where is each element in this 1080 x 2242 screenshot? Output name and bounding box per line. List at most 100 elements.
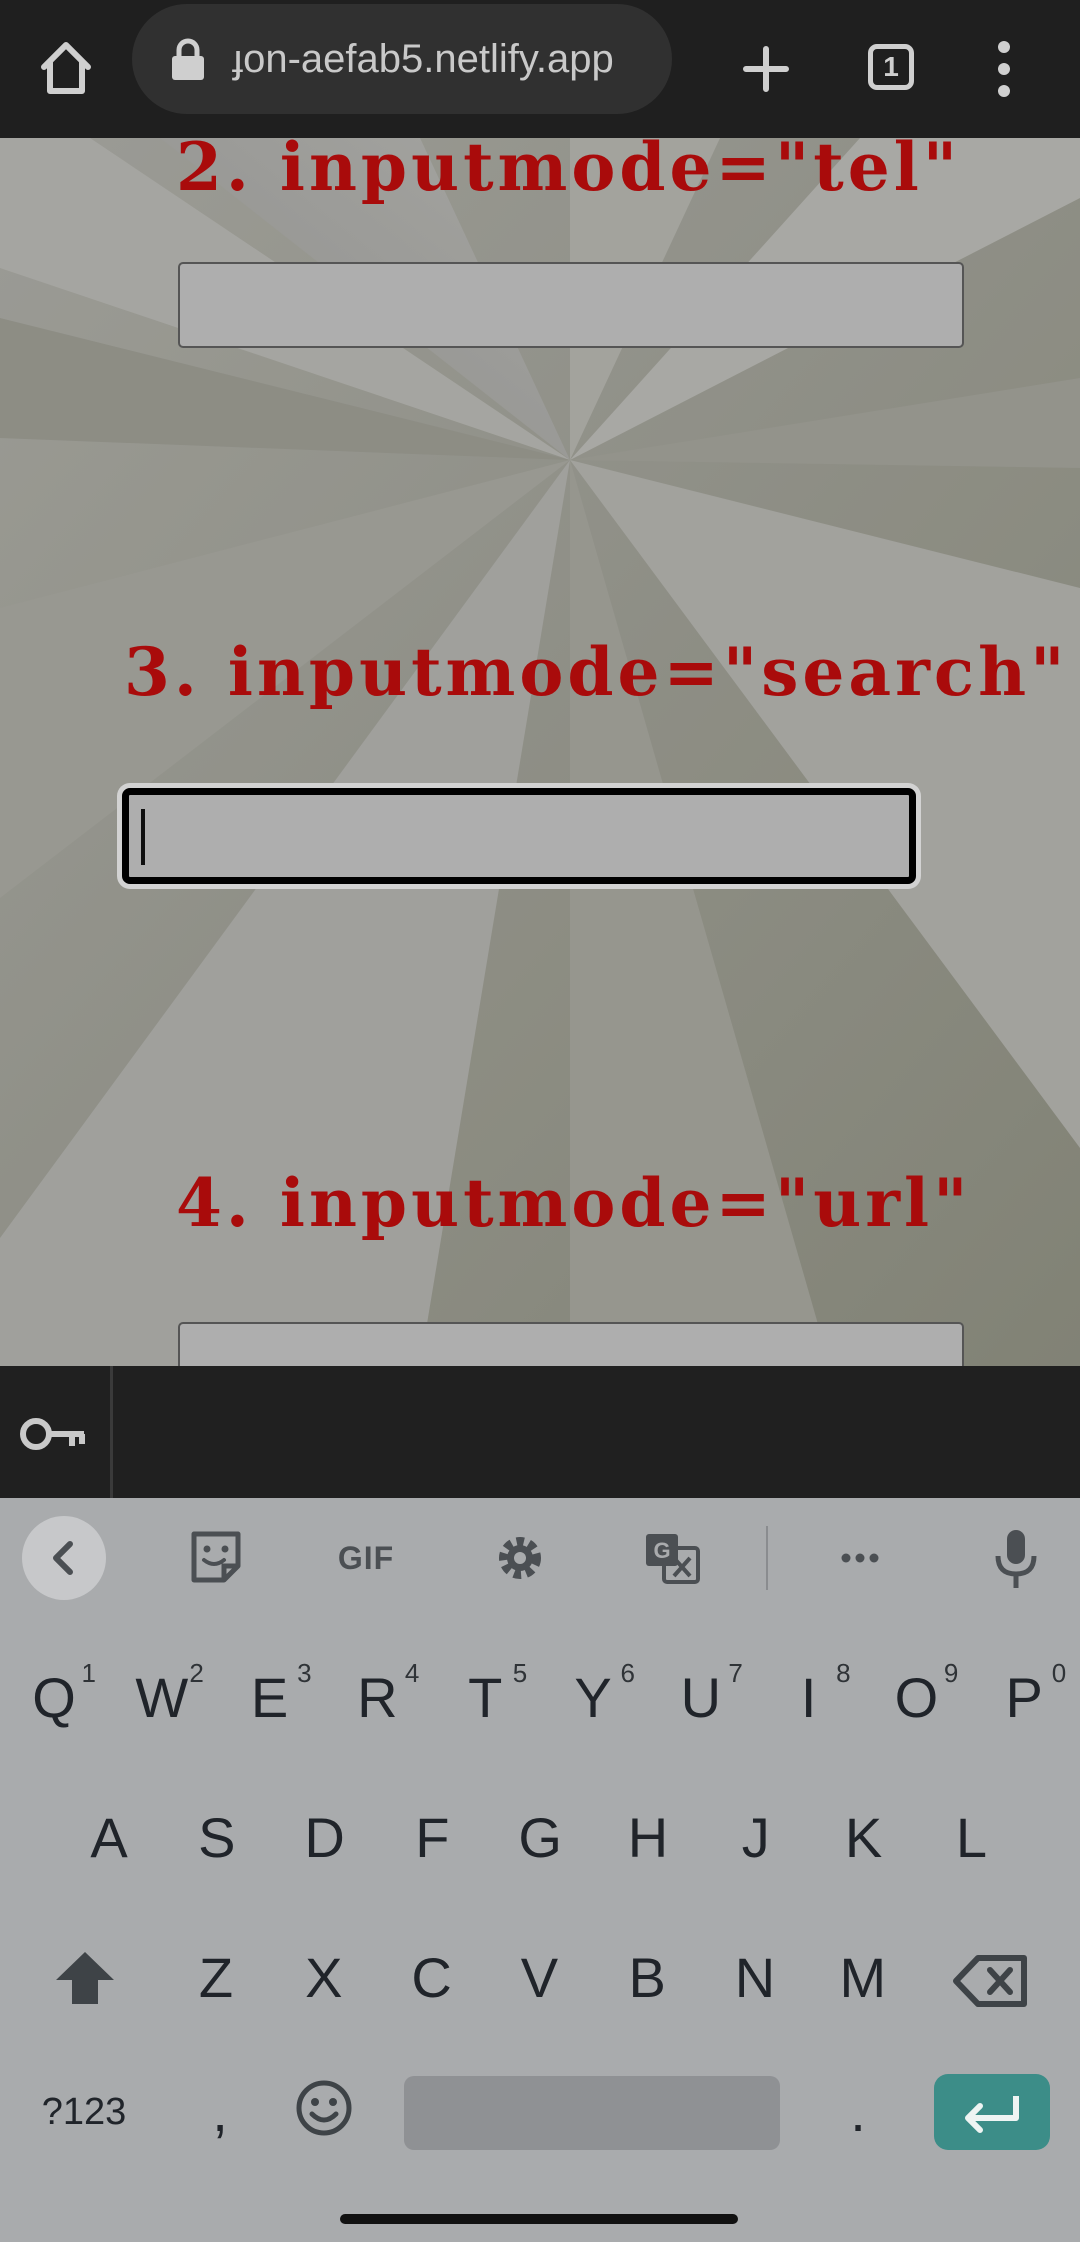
search-input[interactable] bbox=[122, 788, 916, 884]
key-h[interactable]: H bbox=[598, 1794, 698, 1882]
overflow-menu-button[interactable] bbox=[960, 25, 1048, 113]
keyboard-settings-button[interactable] bbox=[478, 1516, 562, 1600]
autofill-divider bbox=[110, 1366, 113, 1498]
key-p[interactable]: P0 bbox=[974, 1654, 1074, 1742]
shift-key[interactable] bbox=[42, 1938, 128, 2024]
key-number-hint: 0 bbox=[1051, 1658, 1067, 1688]
svg-text:G: G bbox=[653, 1538, 670, 1563]
address-bar[interactable]: ɟon-aefab5.netlify.app bbox=[132, 4, 672, 114]
url-text[interactable]: ɟon-aefab5.netlify.app bbox=[232, 4, 662, 114]
more-horizontal-icon bbox=[841, 1553, 879, 1563]
key-label: A bbox=[90, 1806, 128, 1869]
keyboard-toolbar: GIF G bbox=[0, 1498, 1080, 1620]
symbols-key[interactable]: ?123 bbox=[18, 2072, 150, 2152]
key-d[interactable]: D bbox=[275, 1794, 375, 1882]
key-m[interactable]: M bbox=[813, 1934, 913, 2022]
more-tools-button[interactable] bbox=[818, 1516, 902, 1600]
key-z[interactable]: Z bbox=[166, 1934, 266, 2022]
gif-button[interactable]: GIF bbox=[324, 1516, 408, 1600]
key-b[interactable]: B bbox=[597, 1934, 697, 2022]
key-r[interactable]: R4 bbox=[327, 1654, 427, 1742]
passwords-button[interactable] bbox=[16, 1396, 92, 1472]
emoji-icon bbox=[296, 2080, 352, 2136]
key-label: Z bbox=[198, 1946, 234, 2009]
key-label: J bbox=[741, 1806, 770, 1869]
key-g[interactable]: G bbox=[490, 1794, 590, 1882]
key-u[interactable]: U7 bbox=[651, 1654, 751, 1742]
key-label: M bbox=[839, 1946, 887, 2009]
lock-icon bbox=[172, 38, 204, 80]
tab-count: 1 bbox=[868, 44, 914, 90]
emoji-key[interactable] bbox=[284, 2066, 364, 2150]
sticker-button[interactable] bbox=[174, 1516, 258, 1600]
gesture-nav-bar[interactable] bbox=[340, 2214, 738, 2224]
section-title-url: 4. inputmode="url" bbox=[176, 1164, 972, 1242]
key-label: B bbox=[628, 1946, 666, 2009]
period-key-label: . bbox=[850, 2080, 866, 2143]
key-icon bbox=[20, 1418, 85, 1450]
key-label: H bbox=[627, 1806, 669, 1869]
plus-icon bbox=[743, 46, 789, 92]
web-page: 2. inputmode="tel" 3. inputmode="search"… bbox=[0, 138, 1080, 1366]
key-a[interactable]: A bbox=[59, 1794, 159, 1882]
key-o[interactable]: O9 bbox=[866, 1654, 966, 1742]
key-w[interactable]: W2 bbox=[112, 1654, 212, 1742]
key-number-hint: 4 bbox=[404, 1658, 420, 1688]
key-t[interactable]: T5 bbox=[435, 1654, 535, 1742]
voice-input-button[interactable] bbox=[974, 1516, 1058, 1600]
key-number-hint: 1 bbox=[81, 1658, 96, 1688]
key-number-hint: 5 bbox=[512, 1658, 528, 1688]
key-label: N bbox=[734, 1946, 776, 2009]
key-e[interactable]: E3 bbox=[220, 1654, 320, 1742]
shift-icon bbox=[56, 1952, 114, 2004]
key-k[interactable]: K bbox=[814, 1794, 914, 1882]
key-label: K bbox=[844, 1806, 883, 1869]
translate-button[interactable]: G bbox=[630, 1516, 714, 1600]
more-vertical-icon bbox=[998, 41, 1010, 97]
collapse-toolbar-button[interactable] bbox=[22, 1516, 106, 1600]
key-number-hint: 6 bbox=[620, 1658, 635, 1688]
backspace-key[interactable] bbox=[948, 1938, 1034, 2024]
key-label: S bbox=[198, 1806, 236, 1869]
comma-key[interactable]: , bbox=[182, 2070, 258, 2154]
section-title-tel: 2. inputmode="tel" bbox=[176, 138, 962, 206]
period-key[interactable]: . bbox=[820, 2070, 896, 2154]
key-label: C bbox=[411, 1946, 452, 2009]
key-label: F bbox=[415, 1806, 450, 1869]
spacebar[interactable] bbox=[404, 2076, 780, 2150]
home-icon bbox=[41, 42, 91, 94]
enter-icon bbox=[965, 2096, 1019, 2133]
gear-icon bbox=[499, 1537, 541, 1579]
key-n[interactable]: N bbox=[705, 1934, 805, 2022]
chevron-left-icon bbox=[53, 1541, 73, 1575]
key-x[interactable]: X bbox=[274, 1934, 374, 2022]
key-v[interactable]: V bbox=[489, 1934, 589, 2022]
section-title-search: 3. inputmode="search" bbox=[124, 633, 1069, 711]
translate-icon: G bbox=[646, 1534, 700, 1584]
home-button[interactable] bbox=[22, 25, 110, 113]
key-l[interactable]: L bbox=[921, 1794, 1021, 1882]
tel-input[interactable] bbox=[178, 262, 964, 348]
key-c[interactable]: C bbox=[382, 1934, 482, 2022]
key-number-hint: 7 bbox=[728, 1658, 743, 1688]
key-label: G bbox=[518, 1806, 562, 1869]
key-i[interactable]: I8 bbox=[759, 1654, 859, 1742]
key-number-hint: 8 bbox=[836, 1658, 851, 1688]
key-q[interactable]: Q1 bbox=[4, 1654, 104, 1742]
new-tab-button[interactable] bbox=[722, 25, 810, 113]
key-label: V bbox=[520, 1946, 559, 2009]
enter-key[interactable] bbox=[934, 2074, 1050, 2150]
backspace-icon bbox=[953, 1955, 1027, 2007]
microphone-icon bbox=[995, 1530, 1037, 1588]
browser-toolbar: ɟon-aefab5.netlify.app 1 bbox=[0, 0, 1080, 138]
url-input[interactable] bbox=[178, 1322, 964, 1366]
comma-key-label: , bbox=[212, 2080, 228, 2143]
tab-switcher-button[interactable]: 1 bbox=[848, 25, 936, 113]
key-j[interactable]: J bbox=[706, 1794, 806, 1882]
key-y[interactable]: Y6 bbox=[543, 1654, 643, 1742]
password-autofill-bar bbox=[0, 1366, 1080, 1498]
key-f[interactable]: F bbox=[382, 1794, 482, 1882]
key-label: L bbox=[955, 1806, 987, 1869]
key-number-hint: 2 bbox=[189, 1658, 204, 1688]
key-s[interactable]: S bbox=[167, 1794, 267, 1882]
